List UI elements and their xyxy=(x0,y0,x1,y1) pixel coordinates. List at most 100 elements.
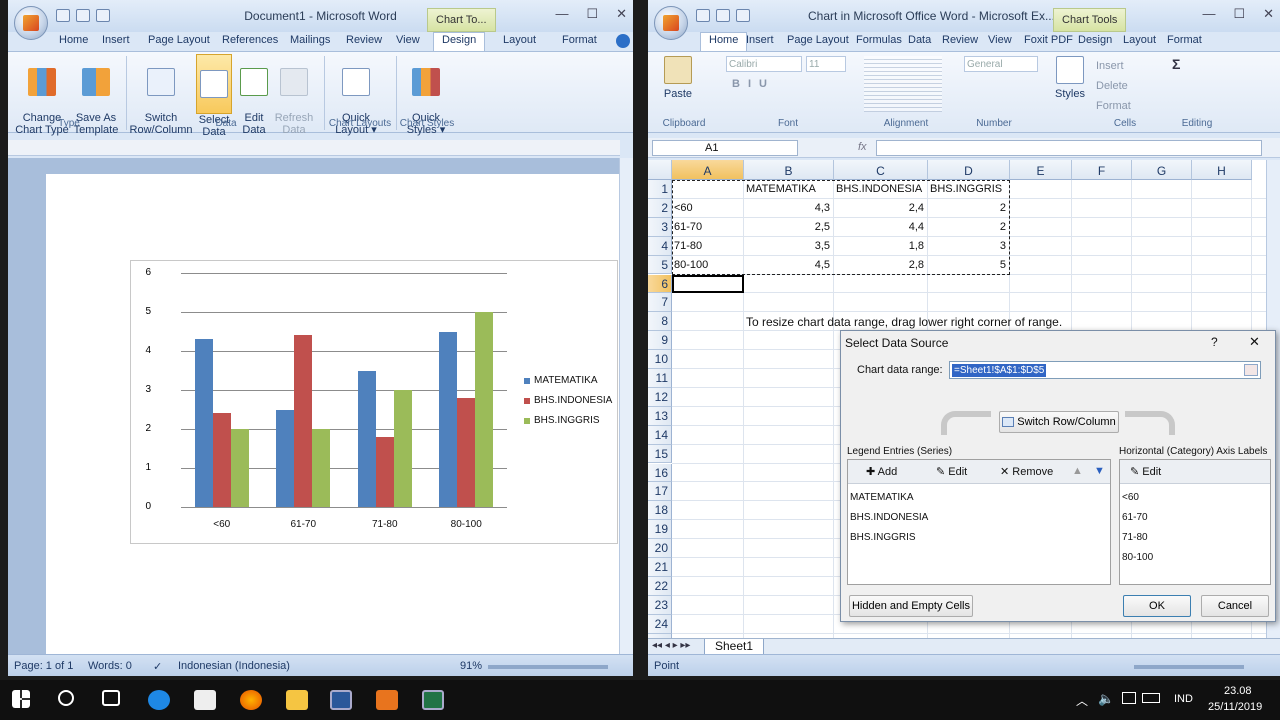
office-button[interactable] xyxy=(14,6,48,40)
sheet-tab-sheet1[interactable]: Sheet1 xyxy=(704,639,764,655)
bar-matematika-2[interactable] xyxy=(357,370,376,507)
embedded-chart[interactable]: 0 1 2 3 4 5 6 <60 61-70 71-80 80-100 MATEMATIKA BHS.… xyxy=(130,260,618,544)
row-header-22[interactable]: 22 xyxy=(648,576,672,596)
select-all-corner[interactable] xyxy=(648,160,672,180)
tab-view[interactable]: View xyxy=(988,34,1012,46)
tab-insert[interactable]: Insert xyxy=(102,34,130,46)
bar-bhs-inggris-3[interactable] xyxy=(475,312,494,507)
legend-entry[interactable]: BHS.INDONESIA xyxy=(524,395,612,406)
series-item[interactable]: BHS.INDONESIA xyxy=(850,512,928,523)
cells-buttons[interactable]: Insert Delete Format xyxy=(1096,56,1131,116)
legend-entry[interactable]: BHS.INGGRIS xyxy=(524,415,600,426)
tab-insert[interactable]: Insert xyxy=(746,34,774,46)
tab-review[interactable]: Review xyxy=(942,34,978,46)
proofing-icon[interactable]: ✓ xyxy=(153,660,162,673)
bar-bhs-indonesia-0[interactable] xyxy=(212,413,231,507)
bar-bhs-inggris-0[interactable] xyxy=(230,429,249,507)
series-item[interactable]: BHS.INGGRIS xyxy=(850,532,916,543)
row-header-20[interactable]: 20 xyxy=(648,539,672,558)
column-header-a[interactable]: A xyxy=(672,160,744,180)
name-box[interactable]: A1 xyxy=(652,140,798,156)
excel-office-button[interactable] xyxy=(654,6,688,40)
hidden-empty-cells-button[interactable]: Hidden and Empty Cells xyxy=(849,595,973,617)
tab-view[interactable]: View xyxy=(396,34,420,46)
close-icon[interactable]: ✕ xyxy=(1249,334,1260,350)
row-header-4[interactable]: 4 xyxy=(648,236,672,256)
clock-date[interactable]: 25/11/2019 xyxy=(1208,701,1262,713)
app-taskbar-icon[interactable] xyxy=(376,690,398,710)
tab-design[interactable]: Design xyxy=(1078,34,1112,46)
row-header-24[interactable]: 24 xyxy=(648,614,672,634)
row-header-11[interactable]: 11 xyxy=(648,369,672,388)
tab-home[interactable]: Home xyxy=(700,32,748,52)
language-indicator[interactable]: Indonesian (Indonesia) xyxy=(178,660,290,672)
bar-matematika-0[interactable] xyxy=(194,339,213,507)
row-header-13[interactable]: 13 xyxy=(648,406,672,426)
tab-home[interactable]: Home xyxy=(59,34,88,46)
minimize-icon[interactable]: — xyxy=(1202,6,1215,22)
notification-icon[interactable] xyxy=(1122,692,1136,704)
help-icon[interactable] xyxy=(616,34,630,48)
search-icon[interactable] xyxy=(58,690,74,706)
tab-page-layout[interactable]: Page Layout xyxy=(148,34,210,46)
bar-matematika-3[interactable] xyxy=(439,331,458,507)
bar-bhs-indonesia-3[interactable] xyxy=(457,397,476,507)
firefox-icon[interactable] xyxy=(240,690,262,710)
page-count[interactable]: Page: 1 of 1 xyxy=(14,660,73,672)
word-taskbar-icon[interactable] xyxy=(330,690,352,710)
close-icon[interactable]: ✕ xyxy=(1263,6,1274,22)
tab-format[interactable]: Format xyxy=(1167,34,1202,46)
store-icon[interactable] xyxy=(194,690,216,710)
row-header-18[interactable]: 18 xyxy=(648,501,672,521)
column-header-d[interactable]: D xyxy=(928,160,1010,180)
row-header-16[interactable]: 16 xyxy=(648,463,672,483)
row-header-7[interactable]: 7 xyxy=(648,293,672,313)
row-header-23[interactable]: 23 xyxy=(648,595,672,615)
tab-layout[interactable]: Layout xyxy=(503,34,536,46)
row-header-19[interactable]: 19 xyxy=(648,520,672,540)
row-header-6[interactable]: 6 xyxy=(648,274,672,294)
minimize-icon[interactable]: — xyxy=(555,6,568,22)
row-header-10[interactable]: 10 xyxy=(648,350,672,369)
document-page[interactable]: 0 1 2 3 4 5 6 <60 61-70 71-80 80-100 MATEMATIKA BHS.… xyxy=(46,174,620,674)
zoom-slider[interactable] xyxy=(488,665,608,669)
word-count[interactable]: Words: 0 xyxy=(88,660,132,672)
tab-formulas[interactable]: Formulas xyxy=(856,34,902,46)
row-header-3[interactable]: 3 xyxy=(648,217,672,237)
maximize-icon[interactable]: ☐ xyxy=(1233,6,1245,22)
tab-format[interactable]: Format xyxy=(562,34,597,46)
row-header-21[interactable]: 21 xyxy=(648,558,672,577)
ok-button[interactable]: OK xyxy=(1123,595,1191,617)
active-cell-a6[interactable] xyxy=(672,274,744,294)
font-size-select[interactable]: 11 xyxy=(806,56,846,72)
fx-icon[interactable]: fx xyxy=(858,141,867,153)
formula-input[interactable] xyxy=(876,140,1262,156)
tray-chevron-icon[interactable]: ︿ xyxy=(1076,692,1088,709)
tab-design[interactable]: Design xyxy=(433,32,486,52)
file-explorer-icon[interactable] xyxy=(286,690,308,710)
column-header-h[interactable]: H xyxy=(1192,160,1252,180)
insert-cells-button[interactable]: Insert xyxy=(1096,56,1131,76)
paste-button[interactable]: Paste xyxy=(658,56,698,100)
chart-data-range-input[interactable]: =Sheet1!$A$1:$D$5 xyxy=(949,361,1261,379)
cancel-button[interactable]: Cancel xyxy=(1201,595,1269,617)
axis-label-item[interactable]: <60 xyxy=(1122,492,1139,503)
axis-label-item[interactable]: 61-70 xyxy=(1122,512,1148,523)
tab-foxit-pdf[interactable]: Foxit PDF xyxy=(1024,34,1073,46)
language-indicator[interactable]: IND xyxy=(1174,693,1193,705)
legend-entries-list[interactable]: ✚ Add ✎ Edit ✕ Remove ▲ ▼ MATEMATIKA BHS… xyxy=(847,459,1111,585)
font-style-buttons[interactable]: BIU xyxy=(732,78,842,94)
horizontal-ruler[interactable] xyxy=(8,140,620,156)
task-view-icon[interactable] xyxy=(102,690,120,706)
edge-icon[interactable] xyxy=(148,690,170,710)
axis-labels-list[interactable]: ✎ Edit <60 61-70 71-80 80-100 xyxy=(1119,459,1271,585)
word-vertical-scrollbar[interactable] xyxy=(619,158,633,654)
move-down-icon[interactable]: ▼ xyxy=(1094,465,1105,477)
row-header-2[interactable]: 2 xyxy=(648,198,672,218)
row-header-1[interactable]: 1 xyxy=(648,180,672,199)
collapse-dialog-icon[interactable] xyxy=(1244,364,1258,376)
clock-time[interactable]: 23.08 xyxy=(1224,685,1252,697)
tab-mailings[interactable]: Mailings xyxy=(290,34,330,46)
series-item[interactable]: MATEMATIKA xyxy=(850,492,914,503)
volume-icon[interactable]: 🔈 xyxy=(1098,691,1114,707)
